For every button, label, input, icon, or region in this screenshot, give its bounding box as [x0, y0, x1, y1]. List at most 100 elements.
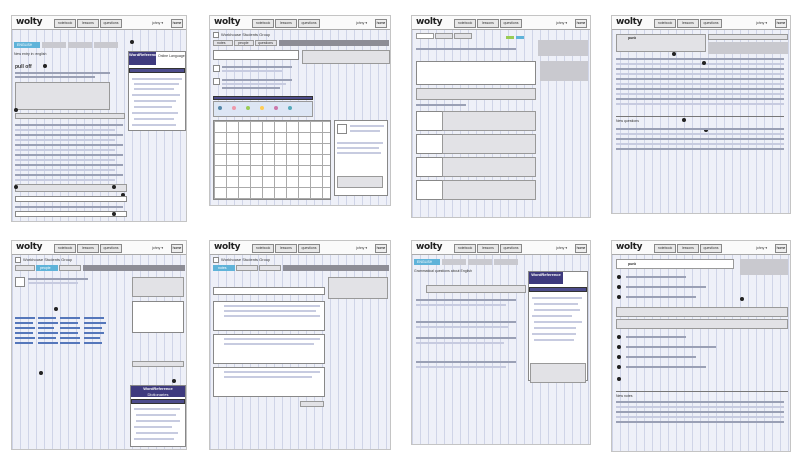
- lang-tab-german[interactable]: [68, 42, 92, 48]
- subtab-friends[interactable]: [435, 33, 453, 39]
- comment-box[interactable]: [337, 176, 383, 188]
- member-link[interactable]: [60, 317, 80, 319]
- member-link[interactable]: [84, 322, 106, 324]
- pagination[interactable]: [300, 401, 324, 407]
- member-link[interactable]: [60, 342, 80, 344]
- tab-lessons[interactable]: lessons: [677, 19, 699, 28]
- toolbar-icon[interactable]: [232, 106, 236, 110]
- member-link[interactable]: [15, 337, 35, 339]
- group-search-bar[interactable]: [279, 40, 389, 46]
- member-link[interactable]: [84, 317, 104, 319]
- logo[interactable]: wolty: [616, 17, 643, 27]
- user-menu[interactable]: johny ▾: [556, 19, 572, 28]
- toolbar-icon[interactable]: [246, 106, 250, 110]
- tab-questions[interactable]: questions: [700, 19, 722, 28]
- toolbar-icon[interactable]: [274, 106, 278, 110]
- member-link[interactable]: [38, 317, 56, 319]
- member-link[interactable]: [15, 332, 33, 334]
- tab-questions[interactable]: questions: [100, 19, 122, 28]
- tab-notebook[interactable]: notebook: [454, 19, 476, 28]
- tab-questions[interactable]: questions: [298, 19, 320, 28]
- tab-questions[interactable]: questions: [500, 244, 522, 253]
- group-tab-notes[interactable]: [15, 265, 35, 271]
- user-menu[interactable]: johny ▾: [152, 244, 168, 253]
- input-field[interactable]: [15, 196, 127, 202]
- subtab-groups[interactable]: [454, 33, 472, 39]
- member-link[interactable]: [38, 322, 58, 324]
- search-bar[interactable]: [129, 68, 185, 73]
- tab-notebook[interactable]: notebook: [54, 244, 76, 253]
- search-bar[interactable]: [131, 399, 185, 404]
- home-button[interactable]: home: [775, 19, 787, 28]
- home-button[interactable]: home: [375, 19, 387, 28]
- tab-lessons[interactable]: lessons: [77, 244, 99, 253]
- group-tab-people[interactable]: [236, 265, 258, 271]
- user-menu[interactable]: johny ▾: [556, 244, 572, 253]
- lang-tab-french[interactable]: [42, 42, 66, 48]
- member-link[interactable]: [15, 327, 35, 329]
- group-tab-questions[interactable]: [59, 265, 81, 271]
- search-box[interactable]: [708, 34, 788, 40]
- group-search-bar[interactable]: [83, 265, 185, 271]
- logo[interactable]: wolty: [416, 17, 443, 27]
- logo[interactable]: wolty: [214, 242, 241, 252]
- home-button[interactable]: home: [171, 244, 183, 253]
- lang-tab-french[interactable]: [442, 259, 466, 265]
- lang-tab-spanish[interactable]: [494, 259, 518, 265]
- toolbar-icon[interactable]: [288, 106, 292, 110]
- logo[interactable]: wolty: [616, 242, 643, 252]
- user-menu[interactable]: johny ▾: [756, 244, 772, 253]
- tab-lessons[interactable]: lessons: [275, 19, 297, 28]
- member-link[interactable]: [15, 322, 33, 324]
- logo[interactable]: wolty: [16, 242, 43, 252]
- subtab-activity[interactable]: [416, 33, 434, 39]
- member-link[interactable]: [84, 332, 104, 334]
- tab-questions[interactable]: questions: [700, 244, 722, 253]
- tab-questions[interactable]: questions: [298, 244, 320, 253]
- tab-notebook[interactable]: notebook: [654, 19, 676, 28]
- member-link[interactable]: [60, 322, 78, 324]
- member-link[interactable]: [84, 342, 102, 344]
- member-link[interactable]: [84, 337, 100, 339]
- member-link[interactable]: [60, 332, 78, 334]
- member-link[interactable]: [38, 337, 56, 339]
- lang-tab-german[interactable]: [468, 259, 492, 265]
- tab-notebook[interactable]: notebook: [252, 244, 274, 253]
- home-button[interactable]: home: [171, 19, 183, 28]
- home-button[interactable]: home: [775, 244, 787, 253]
- member-link[interactable]: [15, 317, 35, 319]
- tab-notebook[interactable]: notebook: [654, 244, 676, 253]
- member-link[interactable]: [15, 342, 33, 344]
- tab-notebook[interactable]: notebook: [54, 19, 76, 28]
- member-link[interactable]: [60, 337, 80, 339]
- user-menu[interactable]: johny ▾: [356, 244, 372, 253]
- tab-lessons[interactable]: lessons: [477, 244, 499, 253]
- home-button[interactable]: home: [575, 19, 587, 28]
- group-tab-questions[interactable]: [259, 265, 281, 271]
- user-menu[interactable]: johny ▾: [756, 19, 772, 28]
- group-search-bar[interactable]: [283, 265, 389, 271]
- home-button[interactable]: home: [375, 244, 387, 253]
- logo[interactable]: wolty: [16, 17, 43, 27]
- tab-questions[interactable]: questions: [100, 244, 122, 253]
- member-link[interactable]: [38, 327, 54, 329]
- member-link[interactable]: [84, 327, 102, 329]
- tab-lessons[interactable]: lessons: [77, 19, 99, 28]
- member-link[interactable]: [38, 342, 58, 344]
- logo[interactable]: wolty: [214, 17, 241, 27]
- tab-notebook[interactable]: notebook: [454, 244, 476, 253]
- tab-notebook[interactable]: notebook: [252, 19, 274, 28]
- popup-dialog[interactable]: [530, 363, 586, 383]
- tab-lessons[interactable]: lessons: [275, 244, 297, 253]
- tab-lessons[interactable]: lessons: [677, 244, 699, 253]
- input-bar[interactable]: [132, 361, 184, 367]
- logo[interactable]: wolty: [416, 242, 443, 252]
- question-input[interactable]: [426, 285, 526, 293]
- lang-tab-spanish[interactable]: [94, 42, 118, 48]
- input-field[interactable]: [15, 211, 127, 217]
- search-bar[interactable]: [529, 287, 587, 292]
- home-button[interactable]: home: [575, 244, 587, 253]
- tab-lessons[interactable]: lessons: [477, 19, 499, 28]
- spreadsheet-grid[interactable]: [213, 120, 331, 200]
- member-link[interactable]: [38, 332, 58, 334]
